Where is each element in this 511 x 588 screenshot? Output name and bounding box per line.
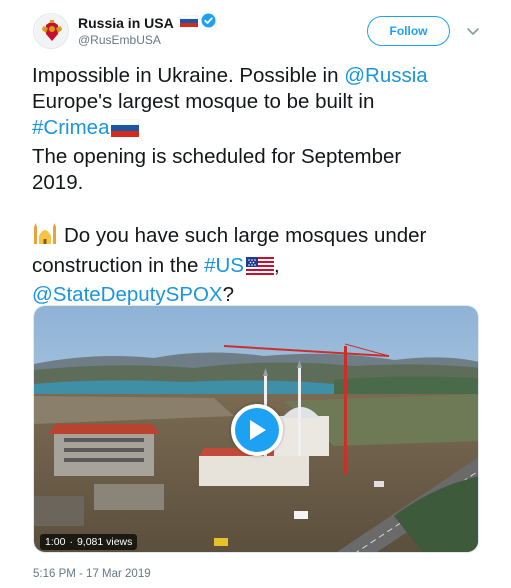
tweet-line: Impossible in Ukraine. Possible in @Russ… (32, 63, 482, 89)
video-stats-badge: 1:00 · 9,081 views (40, 534, 138, 550)
russia-flag-icon (111, 118, 140, 144)
hashtag-crimea-link[interactable]: #Crimea (32, 116, 109, 139)
us-flag-icon (245, 256, 274, 282)
tweet-text-segment: Europe's largest mosque to be built in (32, 90, 375, 113)
tweet-header: Russia in USA @RusEmbUSA Follow (0, 0, 511, 60)
tweet-text-segment: ? (222, 283, 235, 306)
video-player[interactable]: 1:00 · 9,081 views (33, 305, 479, 553)
tweet-text-segment: 2019. (32, 171, 84, 194)
tweet-text: Impossible in Ukraine. Possible in @Russ… (32, 63, 482, 308)
mention-spox-link[interactable]: @StateDeputySPOX (32, 283, 223, 306)
mosque-emoji-icon (32, 222, 58, 253)
tweet-text-segment: The opening is scheduled for September (32, 145, 402, 168)
follow-button[interactable]: Follow (367, 16, 450, 46)
tweet-text-segment: Do you have such large mosques under (64, 224, 427, 247)
play-icon (250, 420, 266, 440)
embassy-emblem-icon (35, 15, 68, 48)
hashtag-us-link[interactable]: #US (204, 254, 244, 277)
video-views: 9,081 views (76, 536, 133, 548)
video-duration: 1:00 (45, 536, 66, 548)
tweet-line: #Crimea (32, 115, 482, 144)
tweet-text-segment: construction in the (32, 254, 205, 277)
chevron-down-icon[interactable] (466, 25, 480, 37)
mention-russia-link[interactable]: @Russia (344, 64, 427, 87)
tweet-line: construction in the #US , (32, 253, 482, 282)
russia-flag-icon (179, 14, 198, 32)
verified-badge-icon (201, 13, 216, 33)
separator: · (69, 536, 73, 548)
tweet-text-segment: , (273, 254, 280, 277)
avatar[interactable] (33, 13, 69, 49)
user-handle[interactable]: @RusEmbUSA (78, 33, 161, 47)
display-name[interactable]: Russia in USA (78, 15, 174, 31)
tweet-text-segment: Impossible in Ukraine. Possible in (32, 64, 345, 87)
tweet-line: Do you have such large mosques under (32, 222, 482, 253)
play-button[interactable] (231, 404, 283, 456)
tweet-timestamp[interactable]: 5:16 PM - 17 Mar 2019 (33, 568, 151, 580)
